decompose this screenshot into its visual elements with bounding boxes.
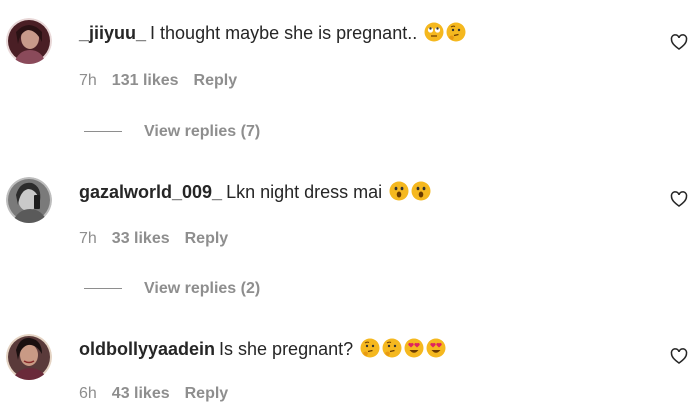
avatar[interactable] [6,18,52,64]
view-replies-button[interactable]: View replies (2) [84,280,260,298]
comment-meta: 7h 33 likes Reply [79,230,243,248]
astonished-emoji-icon [389,181,409,201]
reply-button[interactable]: Reply [185,385,229,402]
thinking-emoji-icon [382,338,402,358]
reply-button[interactable]: Reply [194,72,238,89]
comment-text: Lkn night dress mai [226,182,383,202]
comment-username[interactable]: oldbollyyaadein [79,339,215,359]
rolling-eyes-emoji-icon [424,22,444,42]
thinking-emoji-icon [446,22,466,42]
heart-eyes-emoji-icon [426,338,446,358]
avatar[interactable] [6,177,52,223]
comment-text: Is she pregnant? [219,339,354,359]
comment-timestamp: 6h [79,385,97,402]
divider-line [84,131,122,133]
comment-likes[interactable]: 43 likes [112,385,170,402]
comment-username[interactable]: gazalworld_009_ [79,182,222,202]
comment-meta: 6h 43 likes Reply [79,385,243,403]
comment-likes[interactable]: 131 likes [112,72,179,89]
heart-eyes-emoji-icon [404,338,424,358]
like-heart-icon[interactable] [669,189,689,209]
comment-timestamp: 7h [79,72,97,89]
reply-button[interactable]: Reply [185,230,229,247]
comment-meta: 7h 131 likes Reply [79,72,252,90]
like-heart-icon[interactable] [669,346,689,366]
astonished-emoji-icon [411,181,431,201]
comment-username[interactable]: _jiiyuu_ [79,23,146,43]
comment-likes[interactable]: 33 likes [112,230,170,247]
view-replies-label: View replies (7) [144,123,261,140]
comment-timestamp: 7h [79,230,97,247]
like-heart-icon[interactable] [669,32,689,52]
comment-body: gazalworld_009_ Lkn night dress mai [79,180,431,204]
comment-body: oldbollyyaadein Is she pregnant? [79,337,446,361]
view-replies-label: View replies (2) [144,280,261,297]
avatar[interactable] [6,334,52,380]
thinking-emoji-icon [360,338,380,358]
view-replies-button[interactable]: View replies (7) [84,123,260,141]
comment-body: _jiiyuu_ I thought maybe she is pregnant.… [79,21,466,45]
comment-text: I thought maybe she is pregnant.. [150,23,418,43]
divider-line [84,288,122,290]
